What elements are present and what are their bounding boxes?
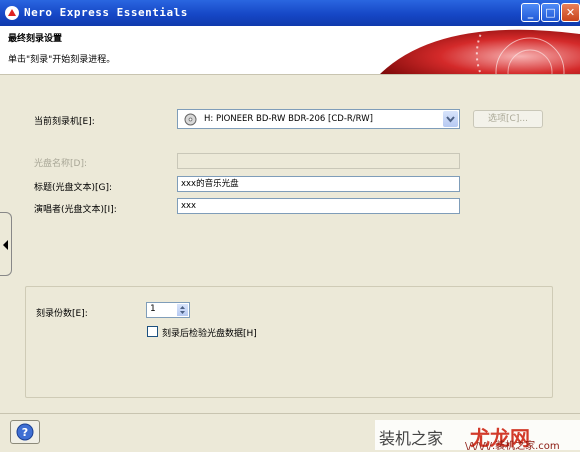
- copies-label: 刻录份数[E]:: [36, 309, 88, 319]
- stepper-buttons[interactable]: [177, 304, 188, 316]
- recorder-label: 当前刻录机[E]:: [34, 117, 95, 127]
- arrow-left-icon: [3, 240, 8, 250]
- options-button[interactable]: 选项[C]...: [473, 110, 543, 128]
- page-title: 最终刻录设置: [8, 34, 63, 44]
- disc-name-label: 光盘名称[D]:: [34, 159, 87, 169]
- recorder-value: H: PIONEER BD-RW BDR-206 [CD-R/RW]: [204, 114, 373, 124]
- copies-stepper[interactable]: 1: [146, 302, 190, 318]
- recorder-select[interactable]: H: PIONEER BD-RW BDR-206 [CD-R/RW]: [177, 109, 460, 129]
- wizard-header: 最终刻录设置 单击"刻录"开始刻录进程。: [0, 26, 580, 75]
- copies-value: 1: [150, 304, 156, 314]
- nero-logo-icon: [5, 6, 19, 20]
- footer-divider: [0, 413, 580, 414]
- watermark-text: 装机之家: [379, 429, 444, 448]
- decorative-disc-graphic: [380, 26, 580, 74]
- disc-drive-icon: [184, 113, 197, 126]
- verify-checkbox[interactable]: [147, 326, 158, 337]
- title-field[interactable]: xxx的音乐光盘: [177, 176, 460, 192]
- chevron-down-icon: [446, 116, 455, 123]
- close-button[interactable]: ✕: [561, 3, 580, 22]
- help-button[interactable]: ?: [10, 420, 40, 444]
- up-down-arrows-icon: [180, 306, 185, 314]
- burn-options-group: [25, 286, 553, 398]
- window-title: Nero Express Essentials: [24, 6, 188, 19]
- help-icon: ?: [16, 423, 34, 441]
- maximize-button[interactable]: □: [541, 3, 560, 22]
- artist-field[interactable]: xxx: [177, 198, 460, 214]
- disc-name-field[interactable]: [177, 153, 460, 169]
- artist-label: 演唱者(光盘文本)[I]:: [34, 205, 117, 215]
- side-panel-toggle[interactable]: [0, 212, 12, 276]
- watermark: 装机之家 尤龙网 \/\/\/\/.装机之家.com: [375, 420, 580, 452]
- title-bar[interactable]: Nero Express Essentials _ □ ✕: [0, 0, 580, 26]
- svg-text:?: ?: [22, 426, 28, 439]
- minimize-button[interactable]: _: [521, 3, 540, 22]
- title-label: 标题(光盘文本)[G]:: [34, 183, 113, 193]
- verify-label: 刻录后检验光盘数据[H]: [162, 329, 257, 339]
- page-subtitle: 单击"刻录"开始刻录进程。: [8, 55, 116, 65]
- dropdown-button[interactable]: [443, 111, 458, 127]
